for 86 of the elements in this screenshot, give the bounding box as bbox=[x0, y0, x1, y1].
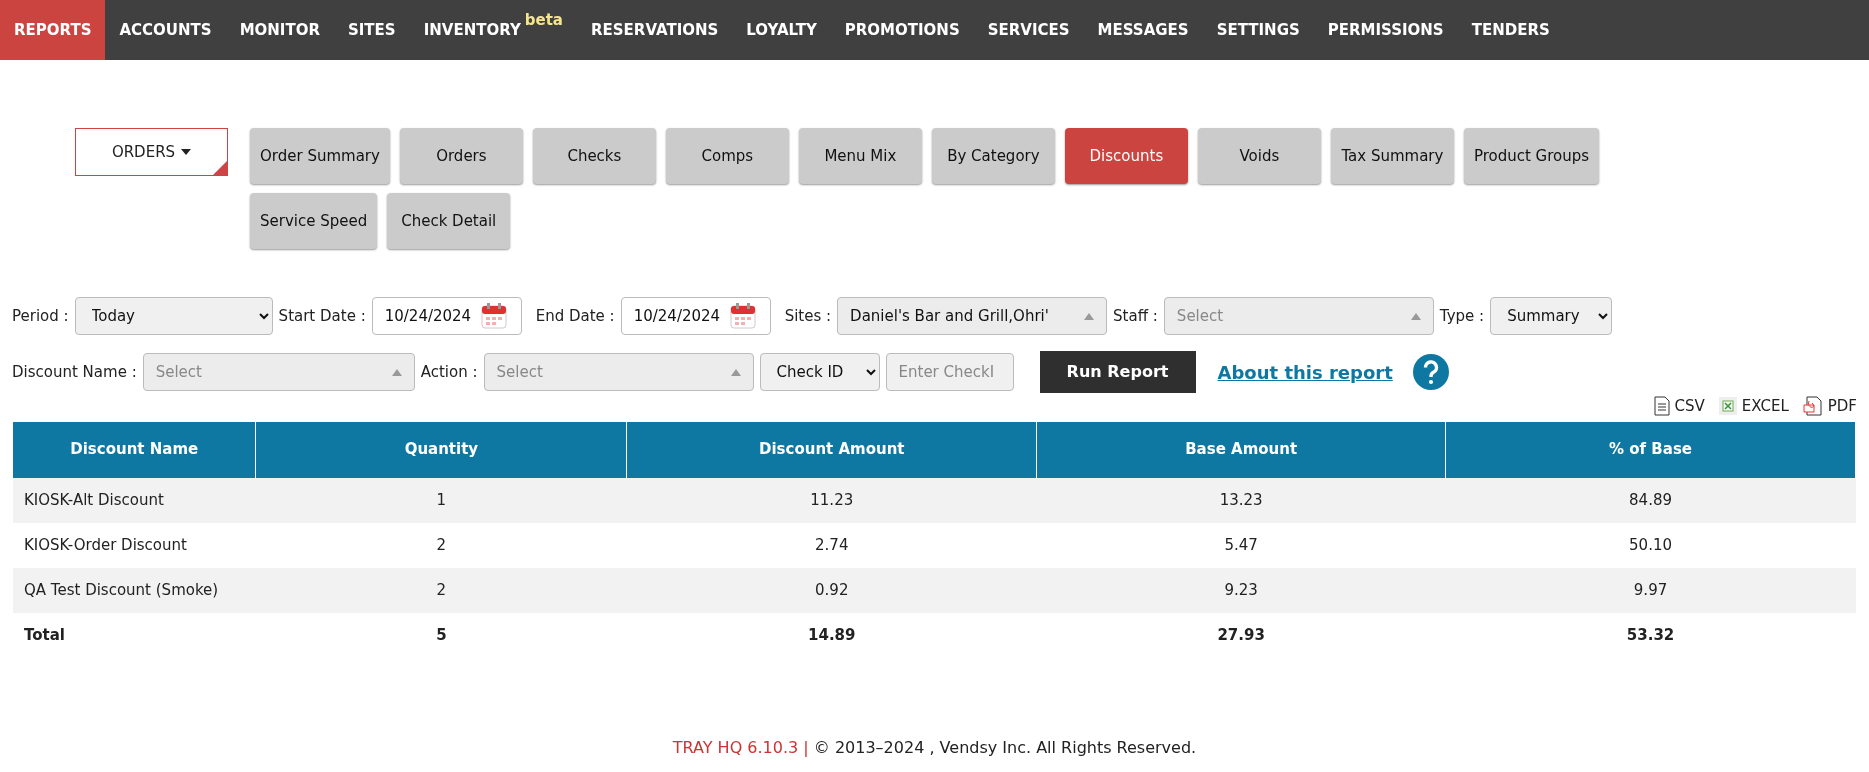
filter-label: Type : bbox=[1439, 305, 1485, 327]
report-tab[interactable]: Order Summary bbox=[250, 128, 390, 184]
filter-label: End Date : bbox=[535, 305, 615, 327]
copyright-text: © 2013–2024 , Vendsy Inc. All Rights Reserved. bbox=[813, 737, 1197, 757]
report-tab[interactable]: Voids bbox=[1197, 128, 1321, 184]
table-cell: 9.23 bbox=[1036, 567, 1446, 613]
nav-item[interactable]: PERMISSIONS bbox=[1313, 0, 1458, 60]
date-field[interactable]: 10/24/2024 bbox=[620, 297, 771, 335]
document-icon bbox=[1653, 396, 1670, 417]
filter-label: Staff : bbox=[1113, 305, 1158, 327]
nav-item[interactable]: PROMOTIONS bbox=[830, 0, 974, 60]
table-cell: KIOSK-Order Discount bbox=[13, 522, 256, 568]
column-header: Base Amount bbox=[1036, 421, 1446, 478]
nav-item[interactable]: SETTINGS bbox=[1202, 0, 1314, 60]
beta-label: beta bbox=[524, 9, 563, 31]
table-cell: 11.23 bbox=[626, 477, 1037, 523]
export-link[interactable]: PDF bbox=[1802, 395, 1857, 418]
filter-label: Period : bbox=[12, 305, 69, 327]
report-tab[interactable]: Comps bbox=[665, 128, 789, 184]
filter-label: Start Date : bbox=[278, 305, 366, 327]
table-cell: KIOSK-Alt Discount bbox=[13, 477, 256, 523]
table-cell: QA Test Discount (Smoke) bbox=[13, 567, 256, 613]
help-icon[interactable] bbox=[1412, 354, 1449, 390]
caret-icon bbox=[1084, 312, 1095, 320]
nav-item[interactable]: INVENTORY beta bbox=[409, 0, 577, 60]
multiselect-field[interactable]: Daniel's Bar and Grill,Ohri' bbox=[837, 297, 1108, 335]
filter-label: Discount Name : bbox=[12, 361, 137, 383]
caret-icon bbox=[730, 368, 741, 376]
report-tab[interactable]: Check Detail bbox=[387, 193, 511, 249]
report-tab[interactable]: Service Speed bbox=[250, 193, 378, 249]
table-cell: 2 bbox=[255, 522, 627, 568]
run-report-button[interactable]: Run Report bbox=[1039, 351, 1196, 393]
table-cell: 50.10 bbox=[1445, 522, 1856, 568]
table-cell: 0.92 bbox=[626, 567, 1037, 613]
about-link[interactable]: About this report bbox=[1217, 358, 1393, 386]
table-cell: 84.89 bbox=[1445, 477, 1856, 523]
total-cell: 5 bbox=[255, 612, 627, 658]
nav-item[interactable]: MESSAGES bbox=[1083, 0, 1203, 60]
table-cell: 13.23 bbox=[1036, 477, 1446, 523]
report-tab[interactable]: Checks bbox=[532, 128, 656, 184]
total-cell: 53.32 bbox=[1445, 612, 1856, 658]
spreadsheet-icon bbox=[1718, 397, 1737, 416]
column-header: Discount Amount bbox=[626, 421, 1037, 478]
caret-icon bbox=[1410, 312, 1421, 320]
caret-icon bbox=[181, 149, 192, 155]
nav-item[interactable]: ACCOUNTS bbox=[105, 0, 226, 60]
dropdown-field[interactable]: Summary bbox=[1490, 297, 1613, 335]
dropdown-field[interactable]: Today bbox=[74, 297, 273, 335]
calendar-icon[interactable] bbox=[730, 303, 757, 329]
table-cell: 2 bbox=[255, 567, 627, 613]
report-tab[interactable]: Orders bbox=[399, 128, 523, 184]
corner-mark bbox=[213, 161, 227, 175]
report-tab[interactable]: Menu Mix bbox=[798, 128, 922, 184]
nav-item[interactable]: MONITOR bbox=[225, 0, 334, 60]
filter-label: Sites : bbox=[784, 305, 832, 327]
nav-item[interactable]: LOYALTY bbox=[732, 0, 831, 60]
nav-item[interactable]: TENDERS bbox=[1457, 0, 1564, 60]
filter-label: Action : bbox=[420, 361, 478, 383]
report-tab[interactable]: Discounts bbox=[1064, 128, 1188, 184]
nav-item[interactable]: SITES bbox=[334, 0, 410, 60]
total-cell: 27.93 bbox=[1036, 612, 1446, 658]
total-cell: 14.89 bbox=[626, 612, 1037, 658]
report-tab[interactable]: Product Groups bbox=[1463, 128, 1600, 184]
text-field[interactable]: Enter CheckI bbox=[885, 353, 1014, 391]
export-link[interactable]: CSV bbox=[1653, 395, 1705, 418]
date-field[interactable]: 10/24/2024 bbox=[371, 297, 522, 335]
report-tab[interactable]: By Category bbox=[931, 128, 1055, 184]
dropdown-field[interactable]: Check ID bbox=[759, 353, 880, 391]
nav-item[interactable]: RESERVATIONS bbox=[577, 0, 733, 60]
table-cell: 1 bbox=[255, 477, 627, 523]
nav-item[interactable]: REPORTS bbox=[0, 0, 106, 60]
report-tab[interactable]: Tax Summary bbox=[1330, 128, 1454, 184]
calendar-icon[interactable] bbox=[481, 303, 508, 329]
column-header: Discount Name bbox=[13, 421, 256, 478]
pdf-file-icon bbox=[1802, 396, 1823, 417]
export-link[interactable]: EXCEL bbox=[1718, 395, 1789, 418]
table-cell: 9.97 bbox=[1445, 567, 1856, 613]
table-cell: 5.47 bbox=[1036, 522, 1446, 568]
column-header: % of Base bbox=[1445, 421, 1856, 478]
column-header: Quantity bbox=[255, 421, 627, 478]
table-cell: 2.74 bbox=[626, 522, 1037, 568]
total-cell: Total bbox=[13, 612, 256, 658]
caret-icon bbox=[391, 368, 402, 376]
nav-item[interactable]: SERVICES bbox=[973, 0, 1084, 60]
report-menu-button[interactable]: ORDERS bbox=[75, 128, 228, 176]
version-text: TRAY HQ 6.10.3 | bbox=[672, 737, 809, 757]
